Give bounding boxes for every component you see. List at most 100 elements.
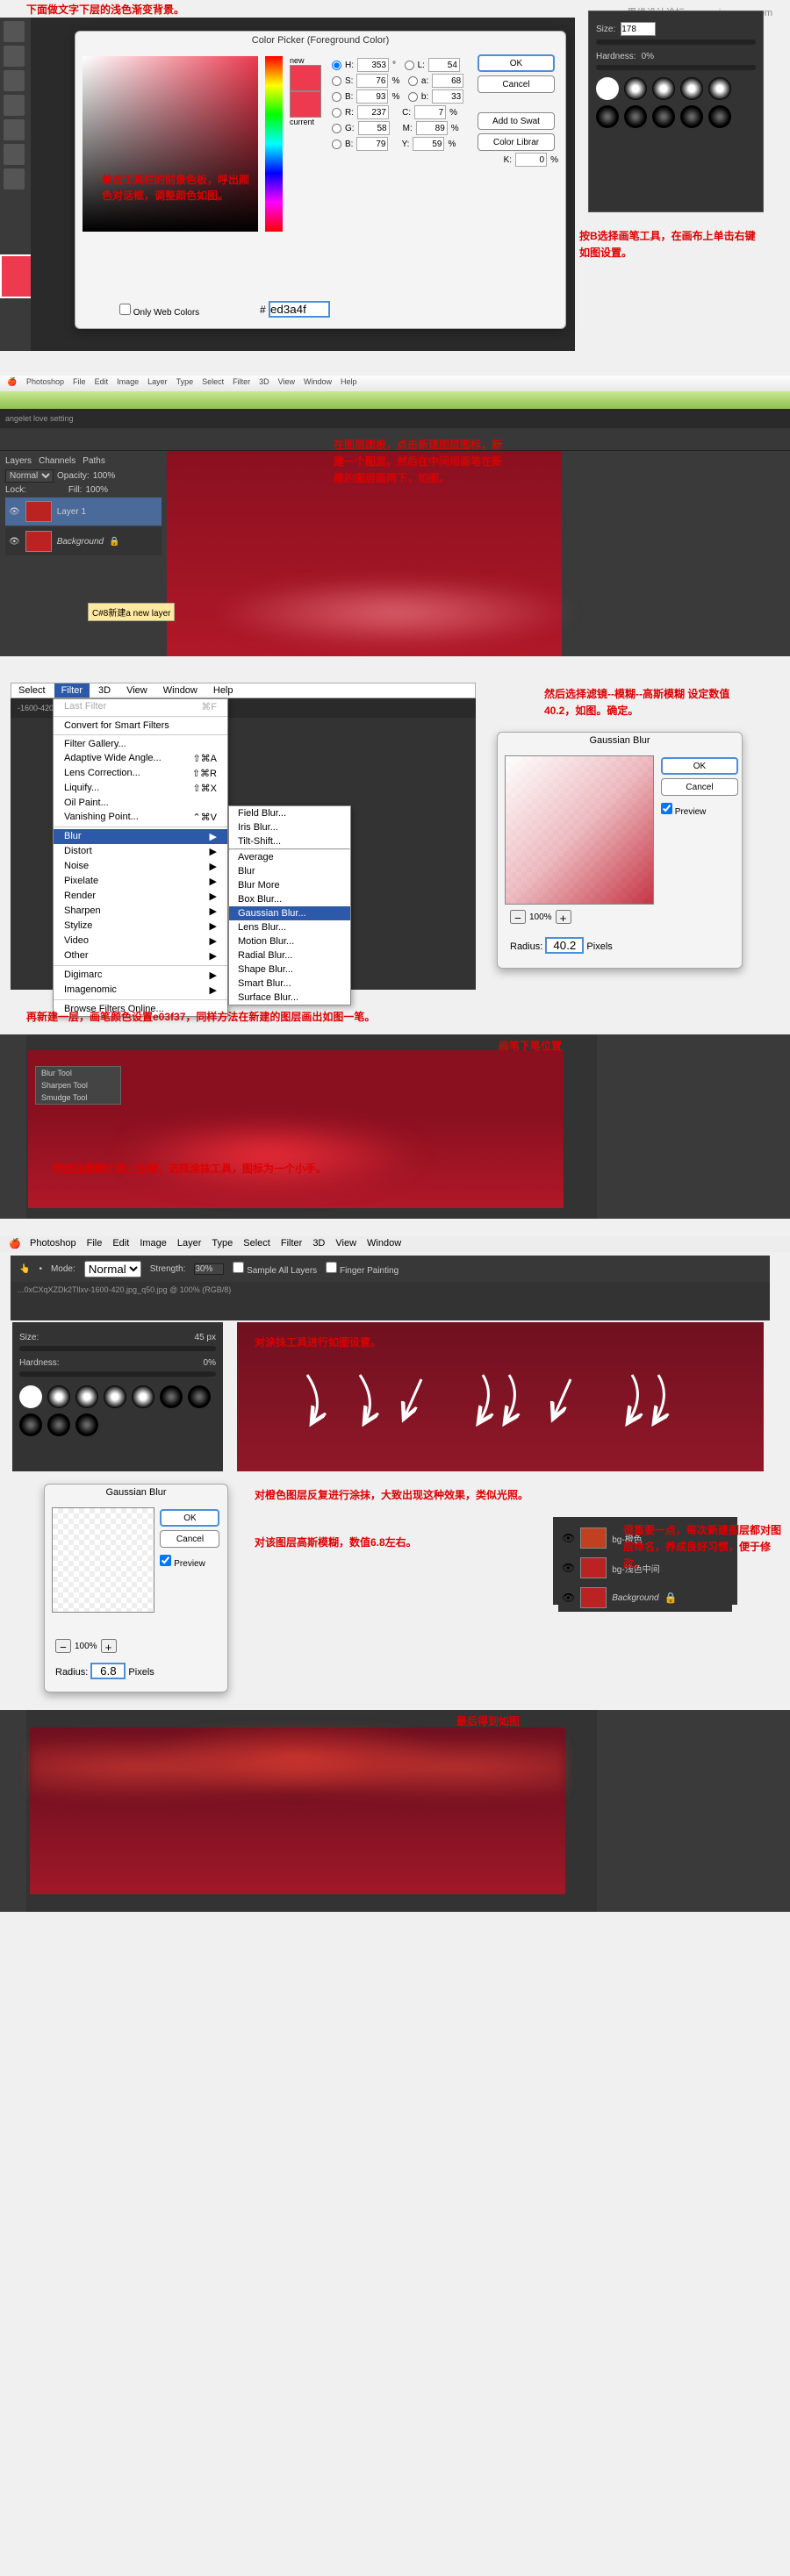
field-c[interactable] — [414, 105, 446, 119]
field-y[interactable] — [413, 137, 444, 151]
menu-item[interactable]: Select — [243, 1238, 270, 1250]
brush-preset[interactable] — [19, 1413, 42, 1436]
zoom-in-button[interactable]: + — [101, 1639, 117, 1653]
hardness-slider[interactable] — [19, 1371, 216, 1377]
field-s[interactable] — [356, 74, 388, 88]
menu-item[interactable]: Type — [176, 377, 194, 390]
menu-item[interactable]: 3D — [312, 1238, 325, 1250]
field-m[interactable] — [416, 121, 448, 135]
menu-item[interactable]: Render▶ — [54, 889, 227, 904]
menu-item[interactable]: File — [87, 1238, 103, 1250]
brush-tool-icon[interactable] — [4, 168, 25, 190]
cancel-button[interactable]: Cancel — [160, 1530, 219, 1548]
radio-a[interactable] — [408, 76, 418, 86]
field-b2[interactable] — [432, 89, 463, 104]
menu-item[interactable]: Sharpen▶ — [54, 904, 227, 919]
brush-preset[interactable] — [708, 77, 731, 100]
tool-option[interactable]: Blur Tool — [36, 1067, 120, 1079]
move-tool-icon[interactable] — [4, 21, 25, 42]
hardness-slider[interactable] — [596, 65, 756, 70]
field-h[interactable] — [357, 58, 389, 72]
menu-item[interactable]: Image — [117, 377, 139, 390]
menu-item[interactable]: Last Filter⌘F — [54, 699, 227, 714]
tool-option[interactable]: Sharpen Tool — [36, 1079, 120, 1091]
menu-item[interactable]: Imagenomic▶ — [54, 983, 227, 998]
color-library-button[interactable]: Color Librar — [478, 133, 555, 151]
eye-icon[interactable]: 👁 — [9, 507, 20, 517]
radio-g[interactable] — [332, 124, 341, 133]
canvas[interactable] — [30, 1728, 565, 1894]
brush-preset[interactable] — [47, 1413, 70, 1436]
tab-channels[interactable]: Channels — [39, 456, 75, 466]
ok-button[interactable]: OK — [478, 54, 555, 72]
brush-preset[interactable] — [708, 105, 731, 128]
radio-b2[interactable] — [408, 92, 418, 102]
menu-help[interactable]: Help — [206, 683, 241, 698]
menu-item[interactable]: View — [278, 377, 295, 390]
menu-item[interactable]: Photoshop — [26, 377, 64, 390]
doc-tab[interactable]: ...0xCXqXZDk2Tllxv-1600-420.jpg_q50.jpg … — [11, 1282, 770, 1298]
menu-item[interactable]: Oil Paint... — [54, 796, 227, 810]
submenu-item[interactable]: Motion Blur... — [229, 934, 350, 948]
eyedropper-tool-icon[interactable] — [4, 144, 25, 165]
brush-preset[interactable] — [104, 1385, 126, 1408]
menu-item[interactable]: Distort▶ — [54, 844, 227, 859]
brush-size-field[interactable] — [621, 22, 656, 36]
menu-3d[interactable]: 3D — [91, 683, 118, 698]
menu-view[interactable]: View — [119, 683, 154, 698]
brush-preset[interactable] — [75, 1413, 98, 1436]
eye-icon[interactable]: 👁 — [9, 537, 20, 547]
submenu-item[interactable]: Radial Blur... — [229, 948, 350, 962]
field-k[interactable] — [515, 153, 547, 167]
menu-item[interactable]: Convert for Smart Filters — [54, 719, 227, 733]
submenu-item[interactable]: Shape Blur... — [229, 962, 350, 977]
tool-option[interactable]: Smudge Tool — [36, 1091, 120, 1104]
radius-field[interactable] — [90, 1663, 126, 1679]
menu-item[interactable]: Adaptive Wide Angle...⇧⌘A — [54, 751, 227, 766]
menu-item[interactable]: Stylize▶ — [54, 919, 227, 934]
brush-preset[interactable] — [19, 1385, 42, 1408]
menu-item[interactable]: Layer — [147, 377, 168, 390]
menu-item[interactable]: Filter Gallery... — [54, 737, 227, 751]
tab-layers[interactable]: Layers — [5, 456, 32, 466]
submenu-item[interactable]: Blur More — [229, 878, 350, 892]
brush-preset[interactable] — [160, 1385, 183, 1408]
field-l[interactable] — [428, 58, 460, 72]
ok-button[interactable]: OK — [661, 757, 738, 775]
hue-slider[interactable] — [265, 56, 283, 232]
submenu-item[interactable]: Tilt-Shift... — [229, 834, 350, 848]
brush-preset[interactable] — [624, 77, 647, 100]
brush-preset[interactable] — [652, 77, 675, 100]
zoom-in-button[interactable]: + — [556, 910, 571, 924]
brush-preset[interactable] — [132, 1385, 154, 1408]
only-web-checkbox[interactable] — [119, 304, 131, 315]
finger-checkbox[interactable] — [326, 1262, 337, 1273]
hex-field[interactable] — [269, 301, 330, 318]
submenu-item[interactable]: Field Blur... — [229, 806, 350, 820]
cancel-button[interactable]: Cancel — [661, 778, 738, 796]
field-b[interactable] — [356, 89, 388, 104]
brush-preset[interactable] — [596, 105, 619, 128]
radio-bl[interactable] — [332, 140, 341, 149]
submenu-item[interactable]: Box Blur... — [229, 892, 350, 906]
submenu-item[interactable]: Lens Blur... — [229, 920, 350, 934]
ok-button[interactable]: OK — [160, 1509, 219, 1527]
submenu-item[interactable]: Average — [229, 850, 350, 864]
brush-preset[interactable] — [47, 1385, 70, 1408]
brush-preset[interactable] — [624, 105, 647, 128]
menu-item[interactable]: Image — [140, 1238, 167, 1250]
preview-checkbox[interactable] — [661, 803, 672, 814]
radio-s[interactable] — [332, 76, 341, 86]
layer-row[interactable]: 👁 Background 🔒 — [5, 527, 162, 555]
menu-item[interactable]: Pixelate▶ — [54, 874, 227, 889]
tab-paths[interactable]: Paths — [83, 456, 105, 466]
menu-window[interactable]: Window — [156, 683, 205, 698]
submenu-item[interactable]: Blur — [229, 864, 350, 878]
brush-preset[interactable] — [680, 77, 703, 100]
radio-h[interactable] — [332, 61, 341, 70]
brush-preset[interactable] — [680, 105, 703, 128]
menu-item[interactable]: Video▶ — [54, 934, 227, 948]
radio-r[interactable] — [332, 108, 341, 118]
menu-item[interactable]: Liquify...⇧⌘X — [54, 781, 227, 796]
layer-row[interactable]: 👁Background🔒 — [558, 1584, 732, 1612]
